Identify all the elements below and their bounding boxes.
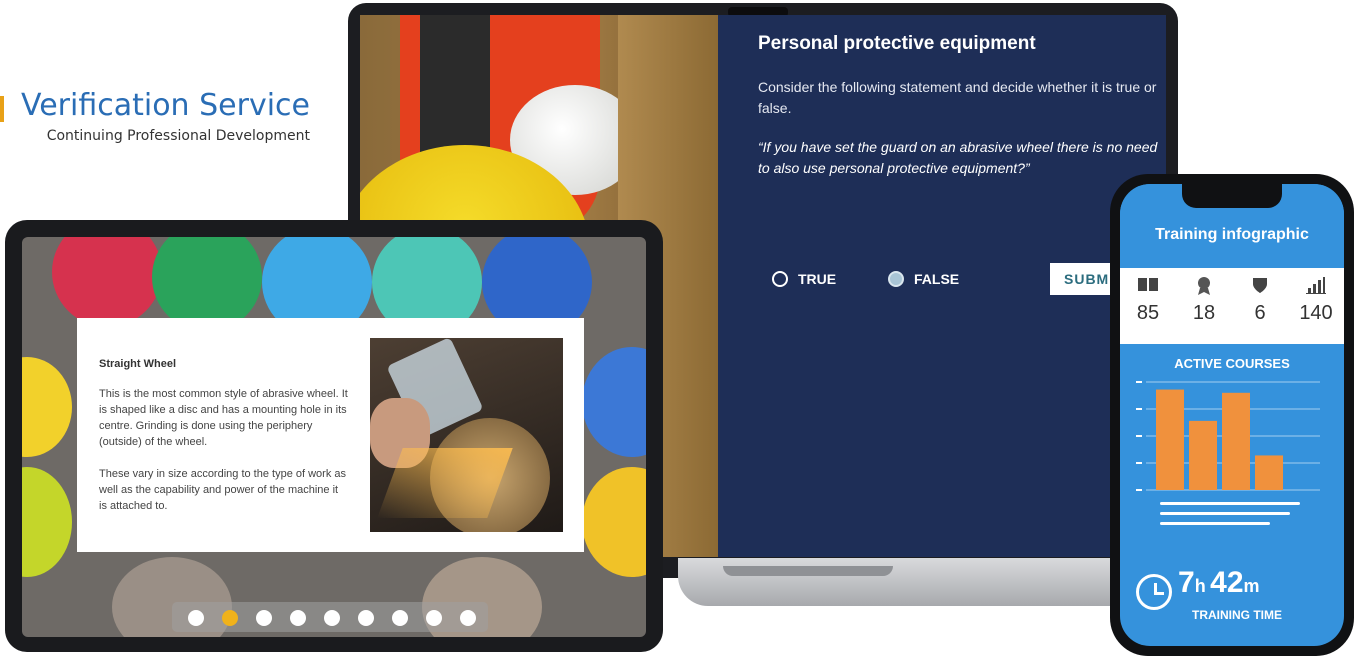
time-minutes-unit: m xyxy=(1243,576,1260,596)
decorative-lines xyxy=(1160,502,1300,532)
answer-options: TRUE FALSE SUBMIT xyxy=(772,263,1166,299)
divider-line xyxy=(1160,512,1290,515)
card-paragraph: These vary in size according to the type… xyxy=(99,468,347,512)
stat-value: 140 xyxy=(1299,302,1333,324)
slide-pagination xyxy=(172,602,488,632)
divider-line xyxy=(1160,522,1270,525)
content-card: Straight Wheel This is the most common s… xyxy=(77,318,584,552)
abrasive-disc xyxy=(582,347,646,457)
question-text: Consider the following statement and dec… xyxy=(758,79,1157,116)
divider-line xyxy=(1160,502,1300,505)
slide-dot[interactable] xyxy=(188,610,204,626)
shield-icon xyxy=(1232,276,1288,300)
abrasive-disc xyxy=(52,237,162,327)
stat-certificates: 6 xyxy=(1232,276,1288,326)
chart-bar xyxy=(1255,455,1283,490)
award-icon xyxy=(1176,276,1232,300)
abrasive-disc xyxy=(582,467,646,577)
brand-accent-mark xyxy=(0,96,4,122)
courses-bar-chart xyxy=(1136,381,1320,491)
option-true[interactable]: TRUE xyxy=(772,271,836,287)
training-time-value: 7h 42m xyxy=(1178,566,1260,600)
phone-screen: Training infographic 85 18 6 140 ACTIVE … xyxy=(1120,184,1344,646)
option-false-label: FALSE xyxy=(914,271,960,287)
clock-icon xyxy=(1136,574,1172,610)
training-time-label: TRAINING TIME xyxy=(1192,608,1282,622)
chart-bar xyxy=(1189,420,1217,490)
tablet-screen: Straight Wheel This is the most common s… xyxy=(22,237,646,637)
laptop-base xyxy=(678,558,1178,606)
slide-dot[interactable] xyxy=(358,610,374,626)
grinder-photo xyxy=(370,338,563,532)
stat-value: 6 xyxy=(1254,302,1266,324)
stat-courses: 85 xyxy=(1120,276,1176,326)
abrasive-disc xyxy=(22,357,72,457)
question-quote: “If you have set the guard on an abrasiv… xyxy=(758,139,1158,176)
stat-value: 18 xyxy=(1192,302,1216,324)
option-false[interactable]: FALSE xyxy=(888,271,959,287)
abrasive-disc xyxy=(22,467,72,577)
slide-dot[interactable] xyxy=(222,610,238,626)
book-icon xyxy=(1120,276,1176,300)
bar-signal-icon xyxy=(1288,276,1344,300)
infographic-title: Training infographic xyxy=(1155,226,1309,243)
question-panel: Personal protective equipment Consider t… xyxy=(758,33,1166,179)
stat-value: 85 xyxy=(1136,302,1160,324)
active-courses-label: ACTIVE COURSES xyxy=(1174,356,1290,371)
time-minutes: 42 xyxy=(1210,566,1244,599)
tablet-device: Straight Wheel This is the most common s… xyxy=(5,220,663,652)
radio-true[interactable] xyxy=(772,271,788,287)
slide-dot[interactable] xyxy=(256,610,272,626)
question-title: Personal protective equipment xyxy=(758,33,1036,54)
clock-hand xyxy=(1154,592,1164,595)
radio-false[interactable] xyxy=(888,271,904,287)
brand-subtitle: Continuing Professional Development xyxy=(46,128,310,144)
slide-dot[interactable] xyxy=(290,610,306,626)
card-paragraph: This is the most common style of abrasiv… xyxy=(99,388,348,448)
phone-notch xyxy=(1182,184,1282,208)
brand-title: Verification Service xyxy=(21,88,310,123)
time-hours-unit: h xyxy=(1194,576,1206,596)
chart-bar xyxy=(1156,389,1184,490)
slide-dot[interactable] xyxy=(426,610,442,626)
stat-progress: 140 xyxy=(1288,276,1344,326)
slide-dot[interactable] xyxy=(392,610,408,626)
card-title: Straight Wheel xyxy=(99,358,177,370)
slide-dot[interactable] xyxy=(460,610,476,626)
stats-row: 85 18 6 140 xyxy=(1120,268,1344,344)
slide-dot[interactable] xyxy=(324,610,340,626)
option-true-label: TRUE xyxy=(798,271,837,287)
laptop-notch xyxy=(723,566,893,576)
stat-awards: 18 xyxy=(1176,276,1232,326)
time-hours: 7 xyxy=(1178,566,1195,599)
phone-device: Training infographic 85 18 6 140 ACTIVE … xyxy=(1110,174,1354,656)
chart-bar xyxy=(1222,392,1250,490)
